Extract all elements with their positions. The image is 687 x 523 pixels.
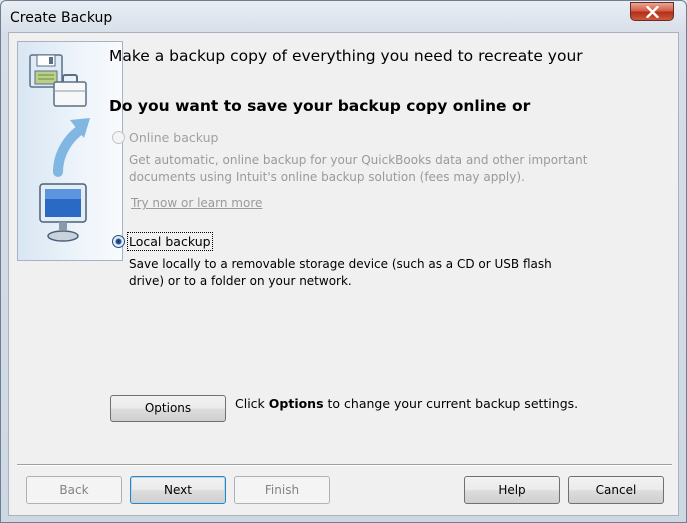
online-backup-description: Get automatic, online backup for your Qu… — [129, 152, 587, 186]
close-icon — [646, 6, 659, 18]
backup-location-question: Do you want to save your backup copy onl… — [109, 97, 531, 115]
window-title: Create Backup — [10, 10, 113, 26]
curved-arrow-icon — [53, 118, 90, 177]
dialog-content: Make a backup copy of everything you nee… — [8, 32, 679, 516]
help-button[interactable]: Help — [464, 476, 560, 504]
online-backup-radio[interactable] — [112, 131, 125, 144]
local-backup-desc-line1: Save locally to a removable storage devi… — [129, 257, 552, 271]
wizard-side-panel — [17, 41, 123, 261]
footer-separator — [17, 464, 672, 466]
cancel-button[interactable]: Cancel — [568, 476, 664, 504]
computer-monitor-icon — [39, 183, 87, 242]
local-backup-desc-line2: drive) or to a folder on your network. — [129, 274, 352, 288]
options-hint-suffix: to change your current backup settings. — [323, 396, 579, 411]
options-hint-prefix: Click — [235, 396, 269, 411]
create-backup-window: Create Backup Make a backup copy of ever… — [0, 0, 687, 523]
try-now-learn-more-link[interactable]: Try now or learn more — [131, 196, 262, 210]
close-button[interactable] — [630, 2, 674, 21]
local-backup-description: Save locally to a removable storage devi… — [129, 256, 552, 290]
next-button[interactable]: Next — [130, 476, 226, 504]
local-backup-radio[interactable] — [112, 235, 125, 248]
backup-illustration-icon — [29, 54, 90, 242]
online-backup-desc-line1: Get automatic, online backup for your Qu… — [129, 153, 588, 167]
online-backup-desc-line2: documents using Intuit's online backup s… — [129, 170, 525, 184]
finish-button[interactable]: Finish — [234, 476, 330, 504]
back-button[interactable]: Back — [26, 476, 122, 504]
title-bar[interactable]: Create Backup — [1, 1, 686, 33]
page-heading: Make a backup copy of everything you nee… — [109, 47, 583, 65]
local-backup-label: Local backup — [127, 232, 213, 251]
online-backup-label: Online backup — [129, 130, 219, 145]
options-button[interactable]: Options — [110, 395, 226, 422]
options-hint-bold: Options — [268, 396, 324, 411]
options-hint-text: Click Options to change your current bac… — [235, 396, 578, 411]
